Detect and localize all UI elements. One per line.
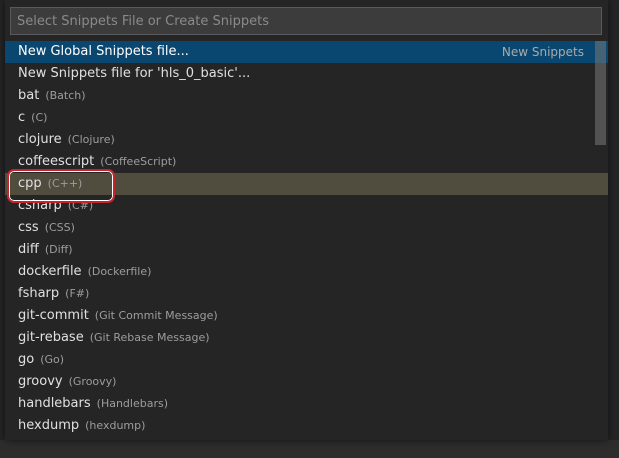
snippet-list-item[interactable]: diff (Diff) xyxy=(5,239,608,261)
snippet-item-description: (Git Commit Message) xyxy=(94,309,218,322)
snippet-item-description: (Dockerfile) xyxy=(87,265,152,278)
editor-backdrop-strip xyxy=(0,440,619,458)
snippet-item-description: (Groovy) xyxy=(68,375,117,388)
snippet-item-label: hexdump xyxy=(18,418,80,433)
snippet-item-label: csharp xyxy=(18,198,62,213)
snippet-list-item[interactable]: css (CSS) xyxy=(5,217,608,239)
snippet-item-label: coffeescript xyxy=(18,154,95,169)
snippet-item-label: bat xyxy=(18,88,40,103)
snippet-list-item[interactable]: bat (Batch) xyxy=(5,85,608,107)
snippets-list: New Global Snippets file... New Snippets N… xyxy=(5,41,608,437)
snippet-item-label: git-commit xyxy=(18,308,89,323)
snippet-item-description: (F#) xyxy=(65,287,90,300)
snippet-item-description: (C++) xyxy=(47,177,83,190)
snippet-list-item[interactable]: csharp (C#) xyxy=(5,195,608,217)
snippet-item-label: groovy xyxy=(18,374,63,389)
snippet-item-label: cpp xyxy=(18,176,42,191)
snippet-list-item[interactable]: coffeescript (CoffeeScript) xyxy=(5,151,608,173)
snippet-item-label: fsharp xyxy=(18,286,60,301)
snippet-list-item[interactable]: New Global Snippets file... New Snippets xyxy=(5,41,608,63)
snippet-list-item[interactable]: fsharp (F#) xyxy=(5,283,608,305)
snippet-item-label: go xyxy=(18,352,35,367)
snippet-item-description: (CSS) xyxy=(44,221,75,234)
snippet-item-label: handlebars xyxy=(18,396,91,411)
snippet-list-item[interactable]: go (Go) xyxy=(5,349,608,371)
snippet-item-label: diff xyxy=(18,242,39,257)
snippet-item-label: c xyxy=(18,110,26,125)
snippet-list-item[interactable]: hexdump (hexdump) xyxy=(5,415,608,437)
snippet-item-description: (CoffeeScript) xyxy=(100,155,177,168)
snippet-list-item[interactable]: clojure (Clojure) xyxy=(5,129,608,151)
snippet-item-description: (Batch) xyxy=(45,89,86,102)
snippet-item-description: (Diff) xyxy=(44,243,73,256)
list-scrollbar[interactable] xyxy=(595,41,607,437)
snippet-item-description: (Clojure) xyxy=(67,133,115,146)
snippet-item-description: (Handlebars) xyxy=(96,397,169,410)
snippet-list-item[interactable]: git-rebase (Git Rebase Message) xyxy=(5,327,608,349)
quick-pick-widget: New Global Snippets file...New SnippetsN… xyxy=(5,0,608,440)
snippets-search-input[interactable] xyxy=(11,8,601,34)
snippet-item-description: (Go) xyxy=(40,353,65,366)
snippet-item-label: dockerfile xyxy=(18,264,82,279)
quick-input-box xyxy=(10,7,602,35)
snippet-item-label: css xyxy=(18,220,39,235)
snippet-item-description: (C) xyxy=(31,111,48,124)
snippet-item-description: (hexdump) xyxy=(85,419,146,432)
snippet-list-item[interactable]: groovy (Groovy) xyxy=(5,371,608,393)
snippet-item-description: (C#) xyxy=(67,199,94,212)
snippet-list-item[interactable]: handlebars (Handlebars) xyxy=(5,393,608,415)
snippet-item-label: clojure xyxy=(18,132,62,147)
snippet-item-description: (Git Rebase Message) xyxy=(89,331,210,344)
snippet-item-detail: New Snippets xyxy=(501,45,584,59)
snippet-list-item[interactable]: New Snippets file for 'hls_0_basic'... xyxy=(5,63,608,85)
scrollbar-thumb[interactable] xyxy=(595,41,606,145)
snippet-list-item[interactable]: dockerfile (Dockerfile) xyxy=(5,261,608,283)
snippet-item-label: New Global Snippets file... xyxy=(18,44,189,59)
snippet-list-item[interactable]: git-commit (Git Commit Message) xyxy=(5,305,608,327)
snippet-list-item[interactable]: cpp (C++) xyxy=(5,173,608,195)
snippet-item-label: New Snippets file for 'hls_0_basic'... xyxy=(18,66,251,81)
snippet-list-item[interactable]: c (C) xyxy=(5,107,608,129)
snippet-item-label: git-rebase xyxy=(18,330,84,345)
